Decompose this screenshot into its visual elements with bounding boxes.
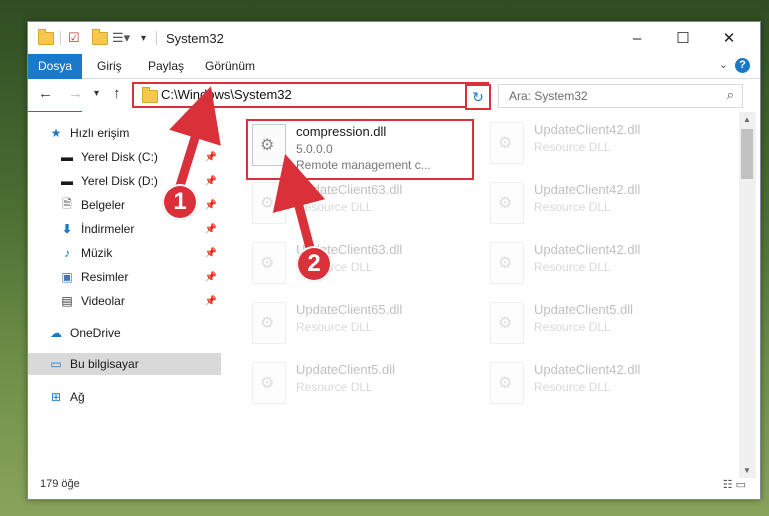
arrow-to-file xyxy=(272,153,326,250)
arrow-to-address xyxy=(169,86,221,188)
step-badge-2: 2 xyxy=(296,246,332,282)
step-badge-1: 1 xyxy=(162,184,198,220)
annotation-arrows xyxy=(169,86,326,250)
